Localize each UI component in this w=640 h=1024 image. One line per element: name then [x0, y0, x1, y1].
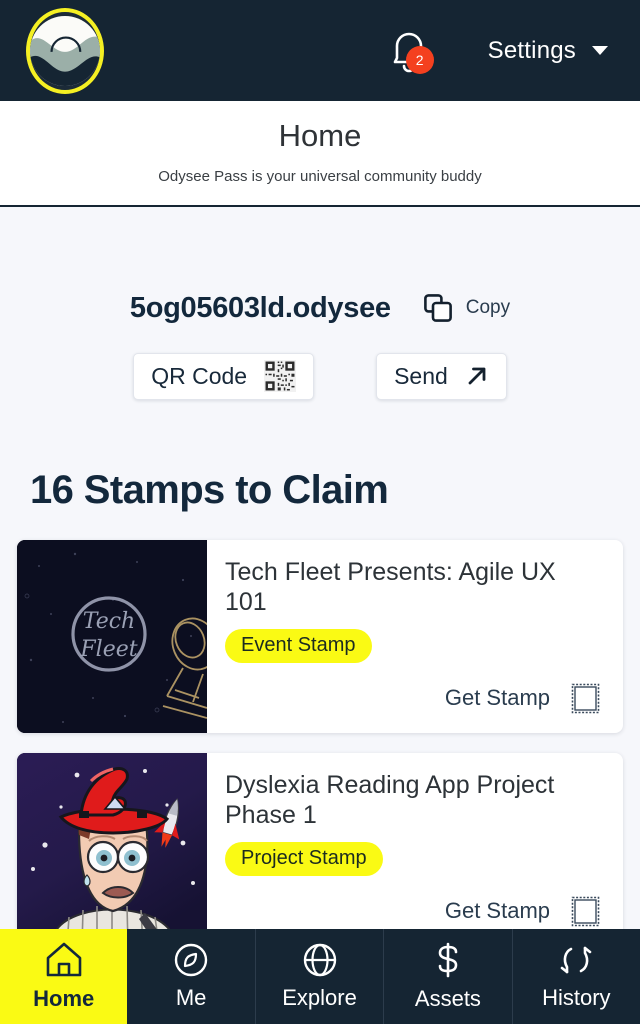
nav-label-explore: Explore	[282, 985, 357, 1010]
stamp-details: Tech Fleet Presents: Agile UX 101 Event …	[207, 540, 623, 733]
send-button-label: Send	[394, 362, 448, 389]
nav-label-me: Me	[175, 985, 207, 1010]
nav-label-home: Home	[33, 986, 95, 1011]
bottom-navigation: Home Me Explore Assets History	[0, 929, 640, 1024]
notification-count-badge: 2	[405, 45, 434, 74]
stamp-thumbnail: Tech Fleet	[17, 539, 207, 733]
copy-address-button[interactable]: Copy	[423, 293, 510, 323]
arrow-up-right-icon	[468, 367, 486, 385]
page-title: Home	[278, 118, 362, 153]
get-stamp-label: Get Stamp	[444, 685, 550, 711]
stamps-list: Tech Fleet Tech Fleet Presents: Agile UX…	[0, 539, 640, 946]
tech-fleet-artwork: Tech Fleet	[17, 539, 207, 733]
stamp-thumbnail	[17, 752, 207, 946]
nav-item-home[interactable]: Home	[0, 929, 128, 1024]
qr-code-button[interactable]: QR Code	[133, 352, 315, 400]
nav-item-assets[interactable]: Assets	[384, 929, 513, 1024]
chevron-down-icon	[592, 46, 608, 55]
compass-icon	[174, 943, 208, 977]
qr-code-button-label: QR Code	[151, 362, 248, 389]
list-item[interactable]: Tech Fleet Tech Fleet Presents: Agile UX…	[17, 539, 623, 733]
wallet-actions: QR Code Send	[0, 352, 640, 400]
postage-stamp-icon	[571, 896, 600, 927]
main-content: 5og05603ld.odysee Copy QR Code Send 16 S…	[0, 206, 640, 1024]
nav-label-history: History	[542, 985, 611, 1010]
wallet-address: 5og05603ld.odysee	[129, 291, 391, 324]
get-stamp-label: Get Stamp	[444, 898, 550, 924]
page-subtitle: Odysee Pass is your universal community …	[158, 167, 482, 185]
page-header: Home Odysee Pass is your universal commu…	[0, 101, 640, 207]
notifications-button[interactable]: 2	[382, 22, 436, 80]
settings-menu[interactable]: Settings	[488, 37, 612, 65]
app-root: 2 Settings Home Odysee Pass is your univ…	[0, 0, 640, 1024]
qr-code-icon	[264, 360, 297, 393]
home-icon	[46, 942, 82, 977]
copy-icon	[423, 294, 452, 323]
odysee-logo[interactable]	[26, 7, 104, 94]
refresh-icon	[561, 946, 592, 974]
nav-item-me[interactable]: Me	[127, 929, 256, 1024]
svg-text:Tech: Tech	[83, 609, 135, 634]
status-badge: Event Stamp	[225, 628, 372, 663]
copy-label: Copy	[465, 297, 511, 319]
send-button[interactable]: Send	[376, 352, 507, 400]
get-stamp-button[interactable]: Get Stamp	[225, 895, 601, 934]
svg-text:Fleet: Fleet	[79, 637, 137, 662]
nav-item-explore[interactable]: Explore	[256, 929, 385, 1024]
wallet-address-row: 5og05603ld.odysee Copy	[0, 207, 640, 325]
status-badge: Project Stamp	[225, 841, 383, 876]
stamp-title: Dyslexia Reading App Project Phase 1	[225, 770, 555, 830]
globe-icon	[303, 943, 336, 977]
stamp-title: Tech Fleet Presents: Agile UX 101	[225, 557, 556, 617]
settings-label: Settings	[487, 36, 576, 64]
list-item[interactable]: Dyslexia Reading App Project Phase 1 Pro…	[17, 752, 623, 946]
nav-label-assets: Assets	[414, 986, 481, 1011]
nav-item-history[interactable]: History	[513, 929, 640, 1024]
odysee-logo-mark	[30, 15, 100, 86]
dollar-icon	[438, 942, 458, 978]
top-bar: 2 Settings	[0, 0, 640, 101]
wizard-astronaut-artwork	[17, 752, 207, 946]
stamp-details: Dyslexia Reading App Project Phase 1 Pro…	[207, 753, 623, 946]
stamps-heading: 16 Stamps to Claim	[30, 467, 389, 512]
get-stamp-button[interactable]: Get Stamp	[225, 682, 601, 721]
postage-stamp-icon	[571, 683, 600, 714]
